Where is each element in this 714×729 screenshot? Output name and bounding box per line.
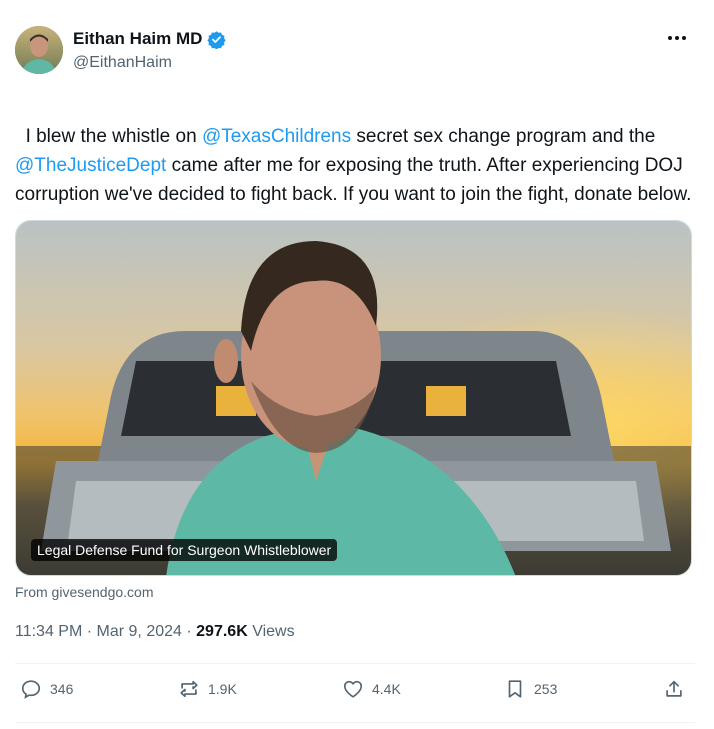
bookmark-button[interactable]: 253 — [504, 678, 557, 700]
like-count: 4.4K — [372, 681, 401, 697]
avatar[interactable] — [15, 26, 63, 74]
bookmark-icon — [508, 680, 522, 698]
share-icon — [666, 680, 682, 697]
mention-link-thejusticedept[interactable]: @TheJusticeDept — [15, 155, 166, 176]
link-source[interactable]: From givesendgo.com — [15, 584, 154, 600]
meta-separator: · — [86, 623, 93, 640]
reply-icon — [21, 680, 41, 699]
link-card-image[interactable]: Legal Defense Fund for Surgeon Whistlebl… — [15, 220, 692, 576]
tweet-time[interactable]: 11:34 PM — [15, 623, 82, 640]
more-options-icon[interactable] — [663, 28, 691, 48]
repost-icon — [180, 680, 198, 698]
tweet-text: I blew the whistle on @TexasChildrens se… — [15, 93, 699, 209]
views-count: 297.6K — [196, 623, 248, 640]
tweet-header: Eithan Haim MD @EithanHaim — [15, 26, 699, 76]
author-display-name[interactable]: Eithan Haim MD — [73, 29, 202, 49]
reply-button[interactable]: 346 — [20, 678, 73, 700]
meta-separator: · — [186, 623, 192, 640]
divider — [15, 722, 695, 723]
tweet-text-segment: I blew the whistle on — [25, 126, 202, 147]
verified-badge-icon[interactable] — [207, 30, 227, 50]
like-button[interactable]: 4.4K — [342, 678, 401, 700]
action-bar: 346 1.9K 4.4K 253 — [15, 678, 695, 708]
mention-link-texaschildrens[interactable]: @TexasChildrens — [202, 126, 351, 147]
views-label: Views — [252, 623, 295, 640]
author-handle[interactable]: @EithanHaim — [73, 54, 226, 72]
tweet-meta: 11:34 PM · Mar 9, 2024 · 297.6K Views — [15, 623, 295, 641]
tweet-date[interactable]: Mar 9, 2024 — [97, 623, 182, 640]
share-button[interactable] — [663, 678, 685, 700]
divider — [15, 663, 695, 664]
bookmark-count: 253 — [534, 681, 558, 697]
repost-count: 1.9K — [208, 681, 237, 697]
reply-count: 346 — [50, 681, 74, 697]
repost-button[interactable]: 1.9K — [178, 678, 237, 700]
tweet-text-segment: secret sex change program and the — [356, 126, 656, 147]
heart-icon — [343, 680, 363, 698]
link-card-caption: Legal Defense Fund for Surgeon Whistlebl… — [31, 539, 338, 561]
